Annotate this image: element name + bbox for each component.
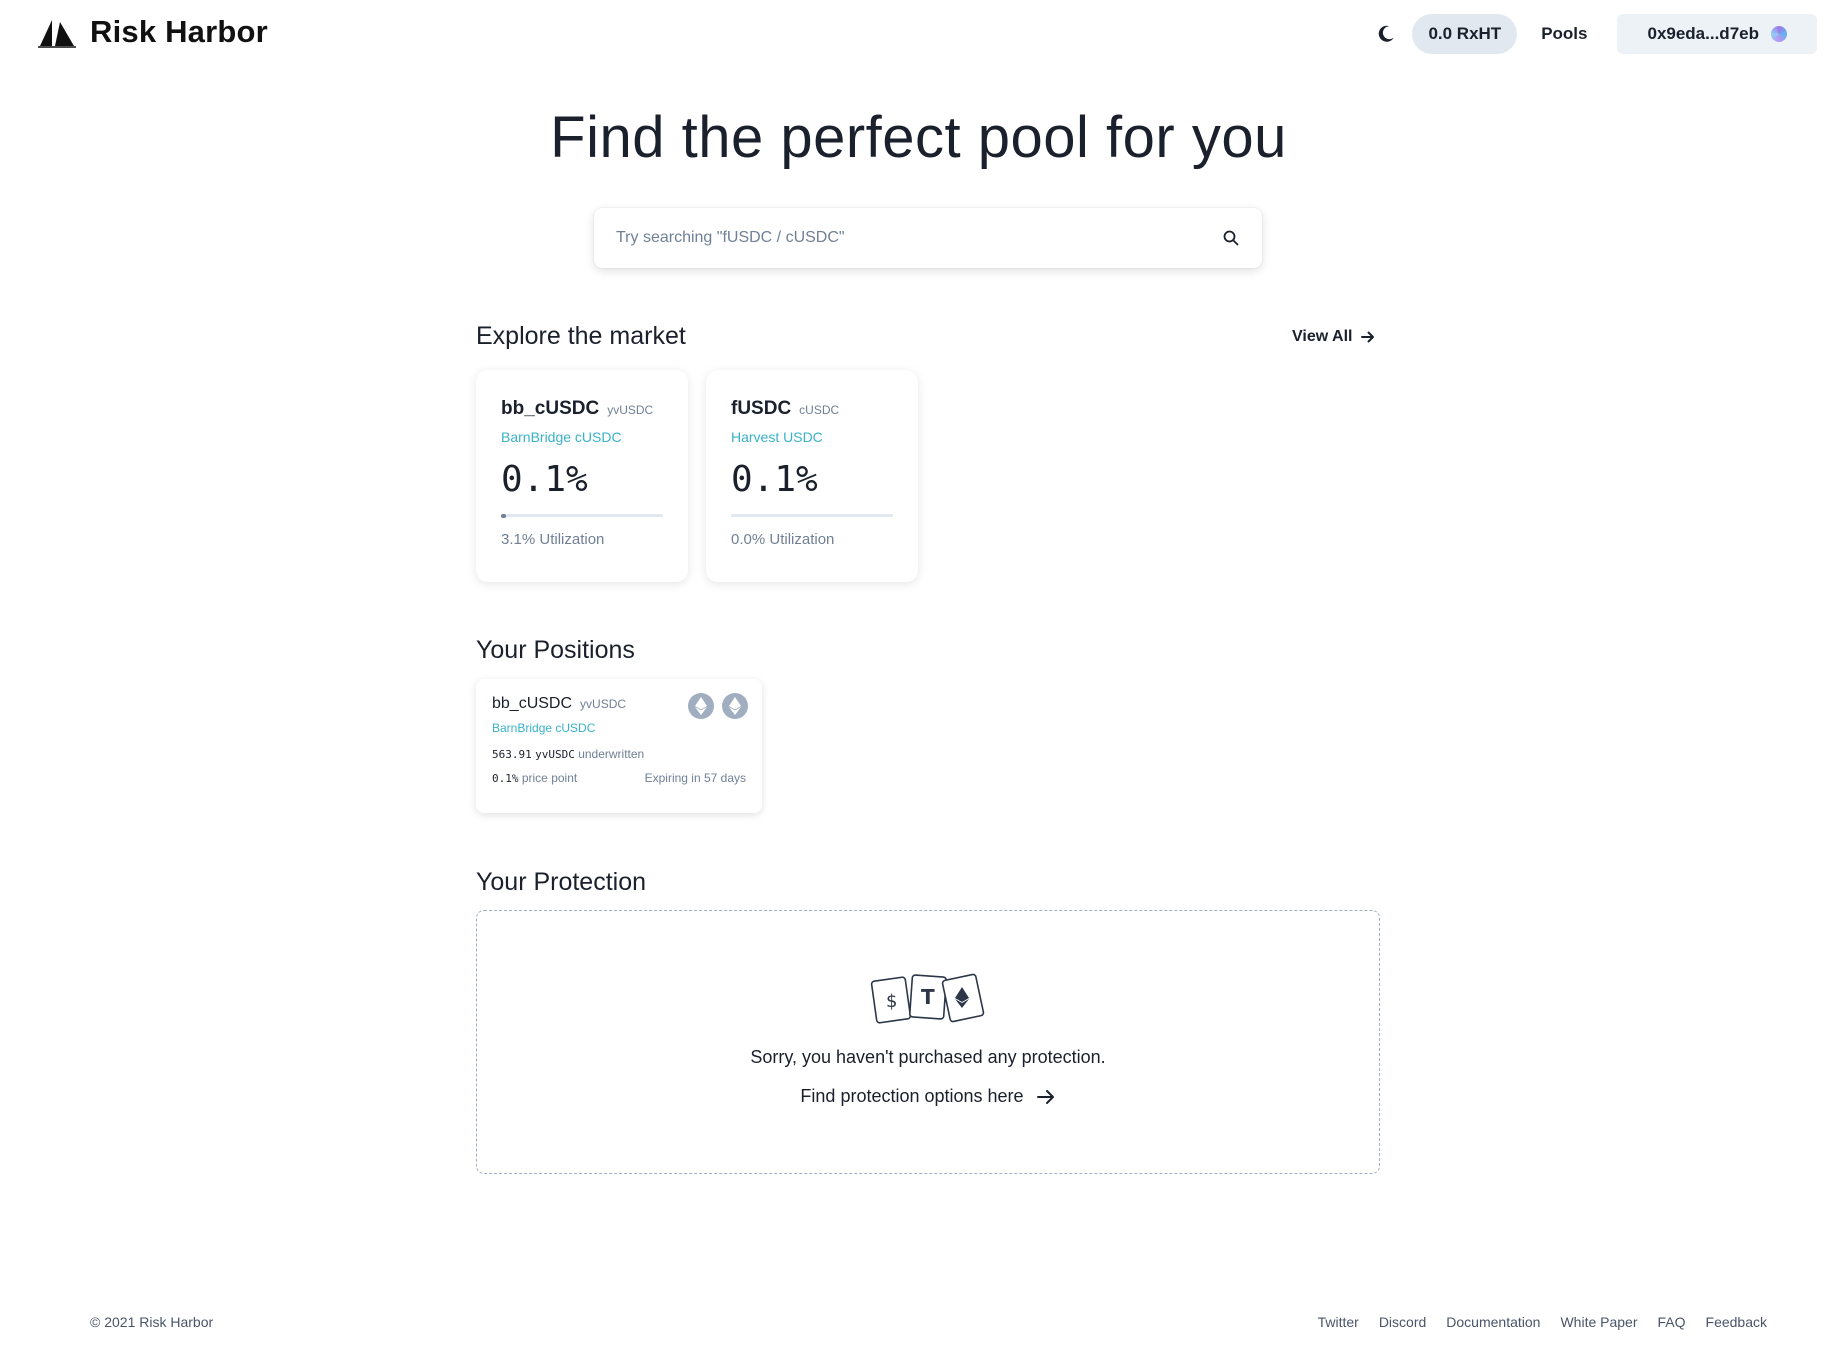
pool-price: 0.1%: [731, 459, 818, 500]
nav-actions: 0.0 RxHT Pools 0x9eda...d7eb: [1366, 14, 1817, 54]
top-nav: Risk Harbor 0.0 RxHT Pools 0x9eda...d7eb: [0, 0, 1837, 68]
ethereum-icon: [688, 693, 714, 719]
position-amount: 563.91 yvUSDC underwritten: [492, 747, 644, 761]
position-asset: yvUSDC: [580, 697, 627, 711]
token-cards-illustration-icon: $ T: [870, 973, 985, 1024]
wallet-button[interactable]: 0x9eda...d7eb: [1617, 14, 1817, 54]
view-all-link[interactable]: View All: [1292, 328, 1376, 346]
position-pool-name: bb_cUSDC: [492, 695, 573, 712]
pool-protocol: Harvest USDC: [731, 429, 823, 445]
page-title: Find the perfect pool for you: [550, 105, 1287, 170]
market-card-header: fUSDC cUSDC: [731, 398, 893, 420]
footer-copyright: © 2021 Risk Harbor: [90, 1314, 214, 1330]
arrow-right-icon: [1361, 331, 1375, 343]
amount-suffix: underwritten: [578, 747, 645, 761]
token-balance-badge[interactable]: 0.0 RxHT: [1412, 14, 1518, 54]
market-card-header: bb_cUSDC yvUSDC: [501, 398, 663, 420]
footer-link-faq[interactable]: FAQ: [1658, 1314, 1686, 1330]
position-protocol: BarnBridge cUSDC: [492, 721, 596, 735]
pools-link[interactable]: Pools: [1517, 24, 1617, 44]
moon-icon: [1379, 25, 1395, 42]
footer-link-documentation[interactable]: Documentation: [1446, 1314, 1540, 1330]
pool-name: bb_cUSDC: [501, 398, 600, 419]
price-point-suffix: price point: [521, 771, 578, 785]
footer-link-twitter[interactable]: Twitter: [1318, 1314, 1359, 1330]
utilization-bar: [501, 513, 663, 518]
pool-asset: yvUSDC: [607, 403, 654, 417]
market-card[interactable]: bb_cUSDC yvUSDC BarnBridge cUSDC 0.1% 3.…: [476, 370, 688, 582]
wallet-avatar-icon: [1771, 26, 1787, 42]
theme-toggle-button[interactable]: [1366, 14, 1406, 54]
position-amount-row: 563.91 yvUSDC underwritten: [492, 747, 746, 761]
footer-link-feedback[interactable]: Feedback: [1706, 1314, 1767, 1330]
find-protection-link[interactable]: Find protection options here: [800, 1086, 1055, 1107]
utilization-bar: [731, 514, 893, 517]
footer-links: Twitter Discord Documentation White Pape…: [1318, 1314, 1767, 1330]
ethereum-icon: [722, 693, 748, 719]
arrow-right-icon: [1036, 1089, 1054, 1104]
position-price-point: 0.1% price point: [492, 771, 577, 785]
utilization-bar-fill: [501, 513, 507, 518]
position-expiry: Expiring in 57 days: [644, 771, 746, 785]
explore-market-title: Explore the market: [476, 322, 686, 350]
search-icon[interactable]: [1222, 229, 1240, 247]
brand-name: Risk Harbor: [90, 14, 268, 49]
amount-asset: yvUSDC: [535, 748, 575, 761]
position-token-icons: [688, 693, 748, 719]
utilization-label: 0.0% Utilization: [731, 531, 835, 548]
brand-logo[interactable]: Risk Harbor: [38, 14, 268, 50]
search-bar: [594, 208, 1262, 268]
market-card[interactable]: fUSDC cUSDC Harvest USDC 0.1% 0.0% Utili…: [706, 370, 918, 582]
protection-empty-message: Sorry, you haven't purchased any protect…: [750, 1047, 1106, 1067]
wallet-address: 0x9eda...d7eb: [1647, 24, 1759, 43]
svg-text:T: T: [921, 985, 935, 1009]
view-all-label: View All: [1292, 328, 1353, 345]
protection-title: Your Protection: [476, 868, 647, 896]
pool-name: fUSDC: [731, 398, 792, 419]
sail-logo-icon: [38, 20, 76, 48]
pool-price: 0.1%: [501, 459, 588, 500]
price-point-value: 0.1%: [492, 772, 519, 785]
pool-asset: cUSDC: [799, 403, 840, 417]
footer-link-discord[interactable]: Discord: [1379, 1314, 1426, 1330]
svg-text:$: $: [886, 991, 897, 1012]
search-input[interactable]: [616, 229, 1222, 247]
protection-empty-state: $ T Sorry, you haven't purchased any pro…: [476, 910, 1380, 1174]
amount-value: 563.91: [492, 748, 532, 761]
pool-protocol: BarnBridge cUSDC: [501, 429, 622, 445]
find-protection-label: Find protection options here: [800, 1086, 1024, 1106]
utilization-label: 3.1% Utilization: [501, 531, 605, 548]
footer-link-white-paper[interactable]: White Paper: [1560, 1314, 1637, 1330]
position-price-row: 0.1% price point Expiring in 57 days: [492, 771, 746, 785]
position-card[interactable]: bb_cUSDC yvUSDC BarnBridge cUSDC 563.91 …: [476, 679, 762, 813]
positions-title: Your Positions: [476, 636, 635, 664]
